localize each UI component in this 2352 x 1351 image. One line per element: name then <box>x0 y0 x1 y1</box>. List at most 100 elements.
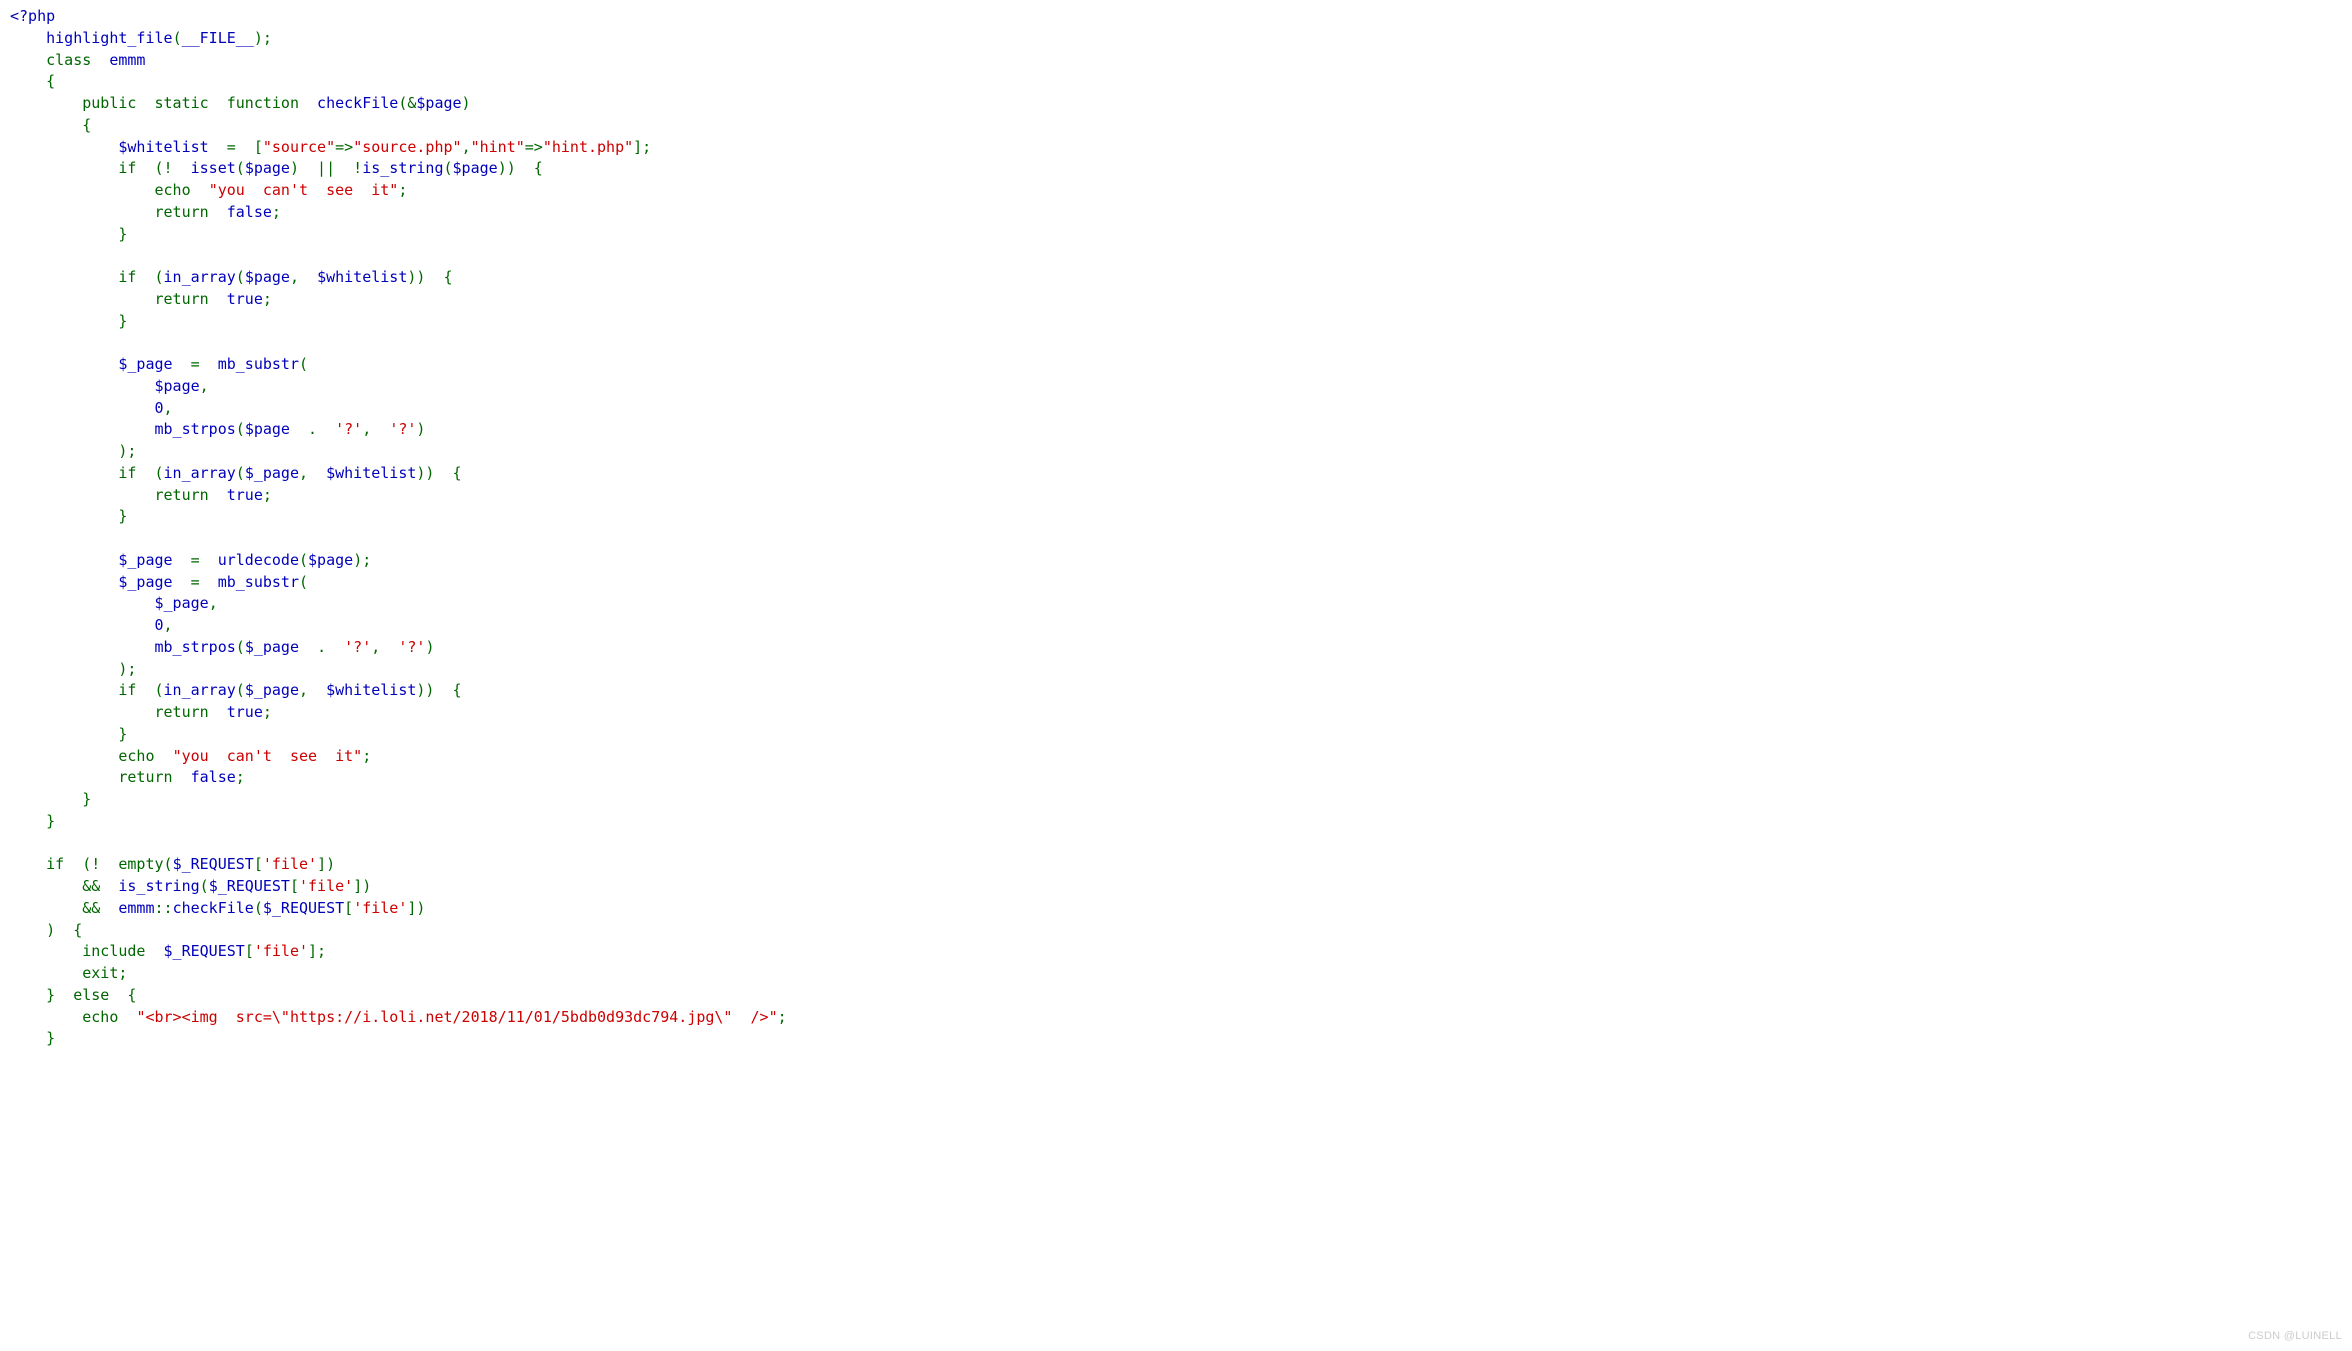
code-token <box>10 29 46 47</box>
code-token: ( <box>236 681 245 699</box>
code-token: ) { <box>10 921 82 939</box>
code-token: , <box>299 681 326 699</box>
code-token: $_page <box>245 681 299 699</box>
code-token: ; <box>778 1008 787 1026</box>
code-token: true <box>227 703 263 721</box>
code-token <box>10 638 155 656</box>
code-token: ; <box>263 703 272 721</box>
code-token: = <box>191 355 218 373</box>
code-token: return <box>10 203 227 221</box>
code-token: ( <box>236 159 245 177</box>
code-token: , <box>299 464 326 482</box>
code-token: false <box>191 768 236 786</box>
code-token: is_string <box>118 877 199 895</box>
code-token: "you can't see it" <box>209 181 399 199</box>
watermark-text: CSDN @LUINELL <box>2248 1329 2342 1345</box>
code-token <box>10 355 118 373</box>
code-token: } <box>118 312 127 330</box>
code-token: = <box>191 551 218 569</box>
code-token <box>10 312 118 330</box>
code-token: emmm <box>109 51 145 69</box>
code-token: true <box>227 290 263 308</box>
code-token: , <box>462 138 471 156</box>
code-token: ) <box>416 420 425 438</box>
code-token: => <box>525 138 543 156</box>
code-token <box>10 399 155 417</box>
code-token: ); <box>10 660 136 678</box>
code-token: in_array <box>164 464 236 482</box>
code-token: )) { <box>416 681 461 699</box>
code-token: $whitelist <box>118 138 226 156</box>
code-token <box>10 573 118 591</box>
code-token: in_array <box>164 681 236 699</box>
code-token: include <box>10 942 164 960</box>
code-token: echo <box>10 747 173 765</box>
code-token: 'file' <box>299 877 353 895</box>
code-token: mb_substr <box>218 355 299 373</box>
code-token: "<br><img src=\"https://i.loli.net/2018/… <box>136 1008 777 1026</box>
code-token: $page <box>416 94 461 112</box>
code-token: false <box>227 203 272 221</box>
code-token: } <box>82 790 91 808</box>
code-token <box>10 616 155 634</box>
code-token: exit; <box>10 964 127 982</box>
code-token: { <box>46 72 55 90</box>
code-token: if ( <box>10 268 164 286</box>
code-token: , <box>209 594 218 612</box>
code-token: $whitelist <box>317 268 407 286</box>
code-token: $_page <box>118 551 190 569</box>
code-token: . <box>308 420 335 438</box>
code-token: '?' <box>389 420 416 438</box>
code-token <box>10 116 82 134</box>
code-token: $_REQUEST <box>173 855 254 873</box>
code-token: ( <box>236 638 245 656</box>
code-token: $_page <box>118 355 190 373</box>
code-token: && <box>10 877 118 895</box>
code-token <box>10 551 118 569</box>
code-token: $whitelist <box>326 681 416 699</box>
code-token: , <box>290 268 317 286</box>
code-token <box>10 377 155 395</box>
code-token: , <box>164 399 173 417</box>
code-token: ( <box>173 29 182 47</box>
code-token: )) { <box>407 268 452 286</box>
code-token: ); <box>254 29 272 47</box>
code-token: is_string <box>362 159 443 177</box>
code-token <box>10 507 118 525</box>
code-token: mb_strpos <box>155 638 236 656</box>
code-token: 'file' <box>353 899 407 917</box>
code-token: return <box>10 703 227 721</box>
code-token: ; <box>272 203 281 221</box>
code-token: return <box>10 290 227 308</box>
code-token: ( <box>299 355 308 373</box>
code-token: $page <box>245 420 308 438</box>
code-token <box>10 72 46 90</box>
code-token: [ <box>344 899 353 917</box>
code-token: $_page <box>245 638 317 656</box>
code-token: ( <box>254 899 263 917</box>
code-token: , <box>362 420 389 438</box>
code-token: $page <box>453 159 498 177</box>
code-token: => <box>335 138 353 156</box>
code-token: } <box>118 725 127 743</box>
code-token: urldecode <box>218 551 299 569</box>
code-token: $_REQUEST <box>209 877 290 895</box>
code-token <box>10 790 82 808</box>
code-token: return <box>10 486 227 504</box>
code-token: )) { <box>416 464 461 482</box>
code-token: [ <box>254 855 263 873</box>
code-token: '?' <box>398 638 425 656</box>
code-token: "source" <box>263 138 335 156</box>
code-token: = [ <box>227 138 263 156</box>
code-token <box>10 594 155 612</box>
code-token: [ <box>245 942 254 960</box>
code-token: public static function <box>10 94 317 112</box>
code-token: checkFile <box>173 899 254 917</box>
code-token: } else { <box>10 986 136 1004</box>
code-token: ( <box>236 464 245 482</box>
code-token: isset <box>191 159 236 177</box>
code-token: ( <box>200 877 209 895</box>
code-token <box>10 138 118 156</box>
code-token: $_page <box>245 464 299 482</box>
code-token: } <box>118 507 127 525</box>
